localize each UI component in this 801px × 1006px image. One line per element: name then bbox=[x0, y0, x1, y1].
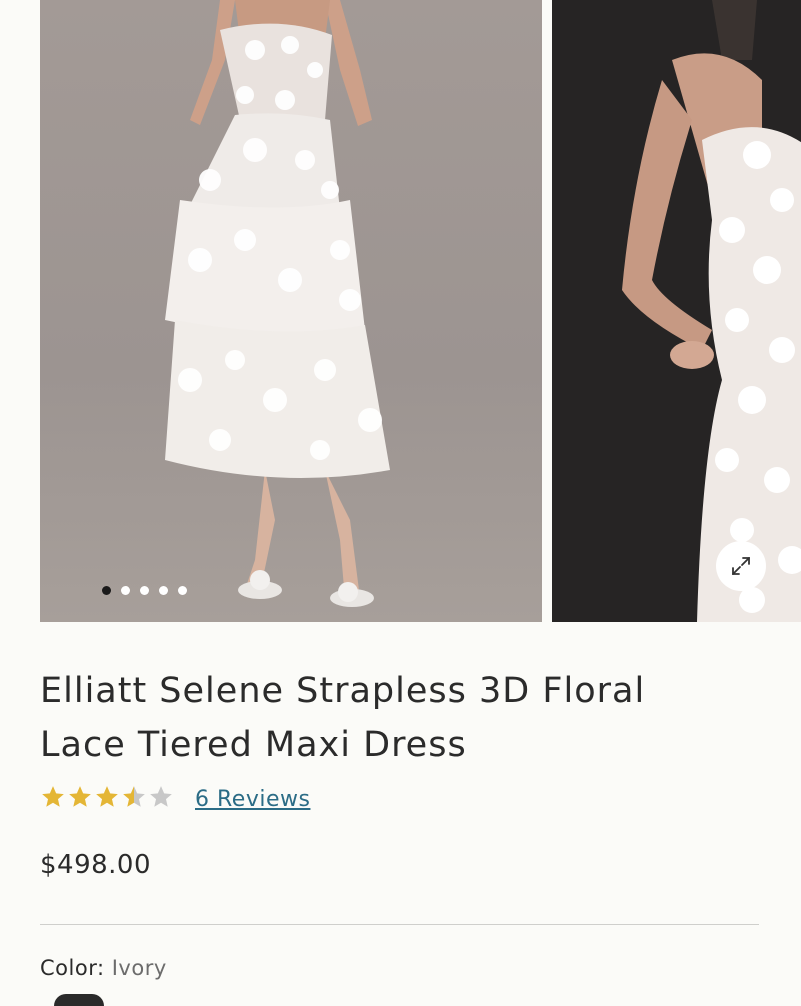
product-image-gallery[interactable] bbox=[0, 0, 801, 622]
gallery-dot[interactable] bbox=[178, 586, 187, 595]
product-image-main[interactable] bbox=[40, 0, 542, 622]
gallery-dot[interactable] bbox=[102, 586, 111, 595]
star-icon bbox=[121, 784, 147, 814]
gallery-dot[interactable] bbox=[140, 586, 149, 595]
gallery-dot[interactable] bbox=[159, 586, 168, 595]
star-icon bbox=[40, 784, 66, 814]
color-label: Color: bbox=[40, 956, 105, 980]
color-swatch[interactable] bbox=[54, 994, 104, 1006]
star-icon bbox=[67, 784, 93, 814]
product-price: $498.00 bbox=[40, 850, 152, 880]
color-value: Ivory bbox=[111, 956, 167, 980]
star-rating bbox=[40, 784, 174, 814]
product-title: Elliatt Selene Strapless 3D Floral Lace … bbox=[40, 671, 646, 765]
product-rating[interactable]: 6 Reviews bbox=[40, 784, 310, 814]
gallery-dot[interactable] bbox=[121, 586, 130, 595]
product-image-secondary[interactable] bbox=[552, 0, 801, 622]
expand-arrows-icon bbox=[729, 554, 753, 578]
star-icon bbox=[94, 784, 120, 814]
star-icon bbox=[148, 784, 174, 814]
dress-photo-closeup bbox=[622, 0, 801, 622]
expand-image-button[interactable] bbox=[716, 541, 766, 591]
color-selector-label: Color: Ivory bbox=[40, 956, 167, 980]
gallery-pagination[interactable] bbox=[102, 586, 187, 595]
reviews-link[interactable]: 6 Reviews bbox=[195, 787, 310, 812]
dress-photo-front bbox=[165, 0, 390, 607]
divider bbox=[40, 924, 759, 925]
